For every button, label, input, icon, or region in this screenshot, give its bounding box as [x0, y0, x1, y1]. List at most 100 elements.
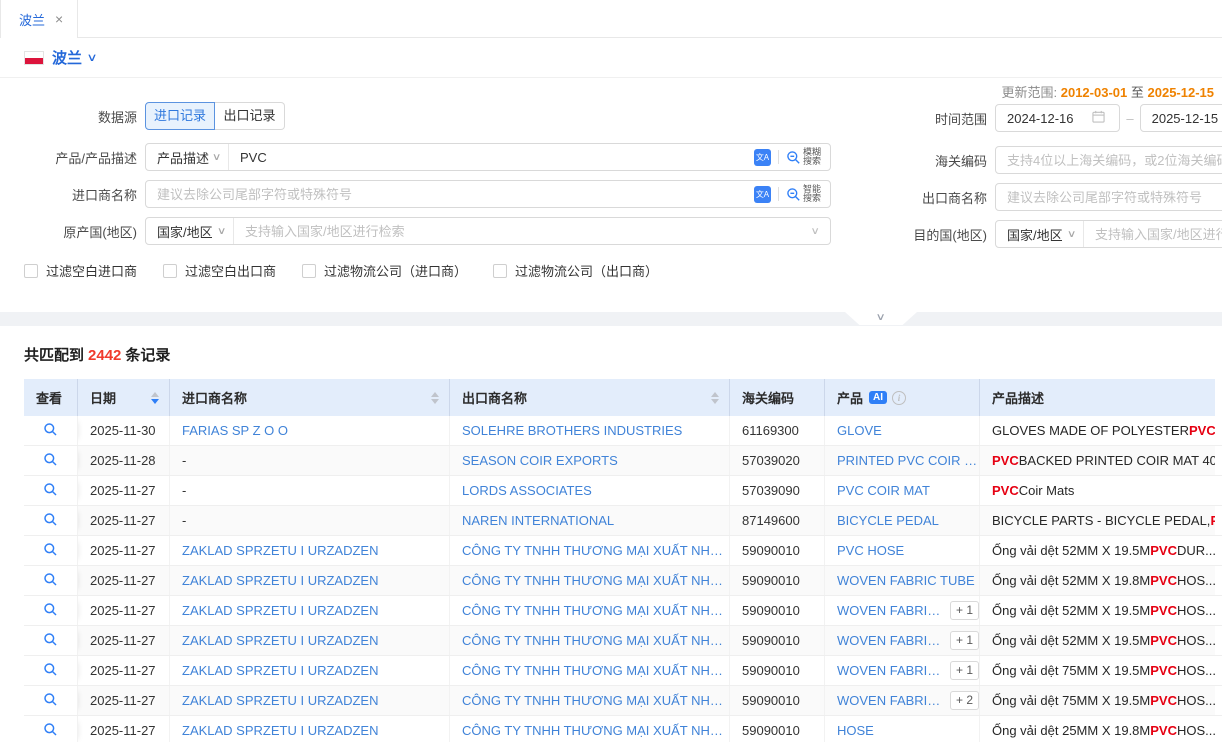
exporter-link[interactable]: LORDS ASSOCIATES	[462, 483, 592, 498]
cell-exporter: CÔNG TY TNHH THƯƠNG MẠI XUẤT NHẬP...	[450, 716, 730, 742]
destination-input[interactable]	[1084, 221, 1222, 247]
product-link[interactable]: GLOVE	[837, 423, 882, 438]
importer-link[interactable]: ZAKLAD SPRZETU I URZADZEN	[182, 693, 378, 708]
more-products-badge[interactable]: + 1	[950, 601, 979, 620]
cell-hs-code: 59090010	[730, 656, 825, 685]
filter-checkbox-2[interactable]: 过滤物流公司（进口商）	[302, 261, 467, 280]
product-link[interactable]: HOSE	[837, 723, 874, 738]
cell-description: GLOVES MADE OF POLYESTER PVC C...	[980, 416, 1215, 445]
smart-search-button[interactable]: 智能搜索	[786, 185, 821, 204]
filter-checkbox-1[interactable]: 过滤空白出口商	[163, 261, 276, 280]
exporter-link[interactable]: NAREN INTERNATIONAL	[462, 513, 614, 528]
exporter-link[interactable]: SOLEHRE BROTHERS INDUSTRIES	[462, 423, 682, 438]
checkbox-icon[interactable]	[24, 264, 38, 278]
importer-link[interactable]: ZAKLAD SPRZETU I URZADZEN	[182, 633, 378, 648]
cell-importer: ZAKLAD SPRZETU I URZADZEN	[170, 566, 450, 595]
magnifier-icon	[43, 542, 58, 560]
fuzzy-search-button[interactable]: 模糊搜索	[786, 148, 821, 167]
view-record-button[interactable]	[24, 536, 78, 565]
product-link[interactable]: BICYCLE PEDAL	[837, 513, 939, 528]
product-link[interactable]: WOVEN FABRIC ...	[837, 663, 942, 678]
exporter-link[interactable]: CÔNG TY TNHH THƯƠNG MẠI XUẤT NHẬP...	[462, 723, 729, 738]
calendar-icon[interactable]	[1092, 110, 1105, 126]
product-link[interactable]: PVC COIR MAT	[837, 483, 930, 498]
date-start-input[interactable]: 2024-12-16	[995, 104, 1120, 132]
exporter-link[interactable]: CÔNG TY TNHH THƯƠNG MẠI XUẤT NHẬP...	[462, 663, 729, 678]
tab-poland[interactable]: 波兰 ×	[0, 0, 78, 38]
exporter-link[interactable]: CÔNG TY TNHH THƯƠNG MẠI XUẤT NHẬP...	[462, 573, 729, 588]
chevron-down-icon[interactable]: ∨	[86, 51, 97, 64]
importer-link[interactable]: ZAKLAD SPRZETU I URZADZEN	[182, 543, 378, 558]
view-record-button[interactable]	[24, 446, 78, 475]
checkbox-icon[interactable]	[163, 264, 177, 278]
import-records-button[interactable]: 进口记录	[145, 102, 215, 130]
scrollbar-gutter	[1215, 626, 1222, 655]
export-records-button[interactable]: 出口记录	[215, 102, 285, 130]
translate-icon[interactable]: 文A	[754, 186, 771, 203]
view-record-button[interactable]	[24, 566, 78, 595]
more-products-badge[interactable]: + 1	[950, 631, 979, 650]
more-products-badge[interactable]: + 1	[950, 661, 979, 680]
importer-link[interactable]: ZAKLAD SPRZETU I URZADZEN	[182, 603, 378, 618]
importer-link[interactable]: FARIAS SP Z O O	[182, 423, 288, 438]
scrollbar-gutter	[1215, 686, 1222, 715]
view-record-button[interactable]	[24, 626, 78, 655]
exporter-link[interactable]: CÔNG TY TNHH THƯƠNG MẠI XUẤT NHẬP...	[462, 633, 729, 648]
header-view: 查看	[24, 379, 78, 416]
product-link[interactable]: WOVEN FABRIC ...	[837, 603, 942, 618]
cell-product: WOVEN FABRIC ... + 2	[825, 686, 980, 715]
cell-product: WOVEN FABRIC TUBE	[825, 566, 980, 595]
view-record-button[interactable]	[24, 686, 78, 715]
cell-hs-code: 61169300	[730, 416, 825, 445]
product-link[interactable]: WOVEN FABRIC ...	[837, 693, 942, 708]
table-body: 2025-11-30FARIAS SP Z O OSOLEHRE BROTHER…	[24, 416, 1222, 742]
exporter-link[interactable]: SEASON COIR EXPORTS	[462, 453, 618, 468]
translate-icon[interactable]: 文A	[754, 149, 771, 166]
divider	[778, 150, 779, 164]
importer-input[interactable]	[146, 181, 754, 207]
origin-input[interactable]	[234, 218, 813, 244]
product-type-select[interactable]: 产品描述∨	[146, 144, 229, 170]
info-icon[interactable]: i	[892, 391, 906, 405]
header-importer[interactable]: 进口商名称	[170, 379, 450, 416]
cell-exporter: CÔNG TY TNHH THƯƠNG MẠI XUẤT NHẬP...	[450, 596, 730, 625]
view-record-button[interactable]	[24, 416, 78, 445]
product-input[interactable]	[229, 144, 754, 170]
importer-link[interactable]: ZAKLAD SPRZETU I URZADZEN	[182, 573, 378, 588]
keyword-highlight: PVC	[992, 483, 1019, 498]
exporter-link[interactable]: CÔNG TY TNHH THƯƠNG MẠI XUẤT NHẬP...	[462, 603, 729, 618]
time-range-row: 时间范围 2024-12-16 – 2025-12-15	[905, 104, 1222, 132]
product-link[interactable]: PVC HOSE	[837, 543, 904, 558]
date-end-input[interactable]: 2025-12-15	[1140, 104, 1222, 132]
view-record-button[interactable]	[24, 476, 78, 505]
hs-code-input[interactable]	[996, 147, 1222, 173]
view-record-button[interactable]	[24, 506, 78, 535]
origin-country-select[interactable]: 国家/地区∨	[146, 218, 234, 244]
more-products-badge[interactable]: + 2	[950, 691, 979, 710]
close-icon[interactable]: ×	[55, 12, 63, 26]
header-exporter[interactable]: 出口商名称	[450, 379, 730, 416]
sort-icon	[151, 392, 159, 404]
magnifier-icon	[43, 662, 58, 680]
cell-importer: ZAKLAD SPRZETU I URZADZEN	[170, 536, 450, 565]
product-link[interactable]: WOVEN FABRIC TUBE	[837, 573, 975, 588]
chevron-down-icon[interactable]: ∨	[810, 226, 833, 237]
header-date[interactable]: 日期	[78, 379, 170, 416]
view-record-button[interactable]	[24, 596, 78, 625]
checkbox-icon[interactable]	[302, 264, 316, 278]
checkbox-label: 过滤物流公司（出口商）	[515, 261, 658, 280]
product-link[interactable]: WOVEN FABRIC ...	[837, 633, 942, 648]
view-record-button[interactable]	[24, 656, 78, 685]
checkbox-row: 过滤空白进口商 过滤空白出口商 过滤物流公司（进口商） 过滤物流公司（出口商）	[0, 261, 1222, 280]
exporter-link[interactable]: CÔNG TY TNHH THƯƠNG MẠI XUẤT NHẬP...	[462, 693, 729, 708]
destination-country-select[interactable]: 国家/地区∨	[996, 221, 1084, 247]
checkbox-icon[interactable]	[493, 264, 507, 278]
filter-checkbox-0[interactable]: 过滤空白进口商	[24, 261, 137, 280]
product-link[interactable]: PRINTED PVC COIR M...	[837, 453, 979, 468]
view-record-button[interactable]	[24, 716, 78, 742]
filter-checkbox-3[interactable]: 过滤物流公司（出口商）	[493, 261, 658, 280]
exporter-input[interactable]	[996, 184, 1222, 210]
importer-link[interactable]: ZAKLAD SPRZETU I URZADZEN	[182, 723, 378, 738]
importer-link[interactable]: ZAKLAD SPRZETU I URZADZEN	[182, 663, 378, 678]
exporter-link[interactable]: CÔNG TY TNHH THƯƠNG MẠI XUẤT NHẬP...	[462, 543, 729, 558]
